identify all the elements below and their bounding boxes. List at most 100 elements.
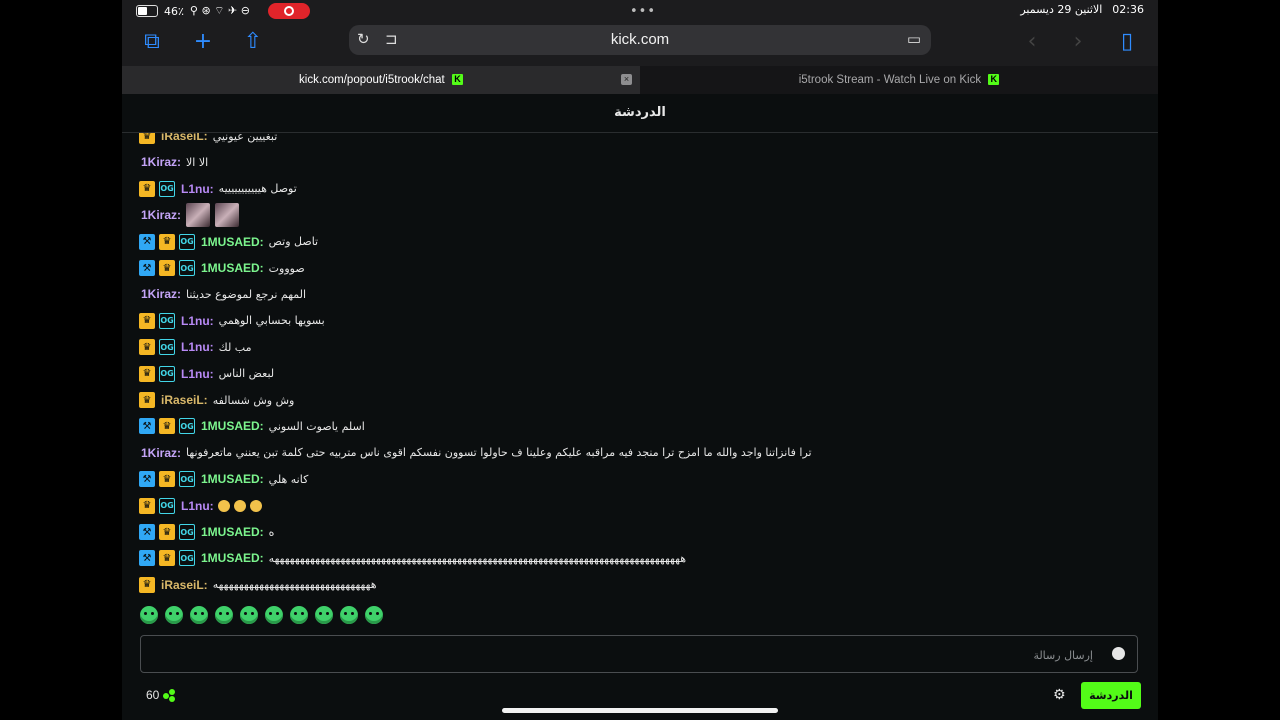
chat-message[interactable]: ⚒ ♛ OG 1MUSAED: اسلم ياصوت السوني bbox=[139, 415, 365, 437]
address-bar[interactable]: ↻ ⊐ kick.com ▭ bbox=[349, 25, 931, 55]
chat-message[interactable]: 1Kiraz: ترا فانزاتنا واجد والله ما امزح ت… bbox=[139, 442, 812, 464]
crown-badge-icon: ♛ bbox=[139, 365, 155, 382]
chat-message[interactable]: 1Kiraz: المهم نرجع لموضوع حديثنا bbox=[139, 283, 306, 305]
message-list[interactable]: ♛ iRaseiL: تبغييين عيونيي 1Kiraz: الا الا ♛ OG… bbox=[122, 133, 1158, 595]
chat-username[interactable]: 1MUSAED: bbox=[201, 551, 264, 565]
chat-message[interactable]: ♛ iRaseiL: ههههههههههههههههههههههههههههههه… bbox=[139, 574, 377, 595]
message-input-wrapper bbox=[140, 635, 1138, 674]
chat-username[interactable]: iRaseiL: bbox=[161, 578, 208, 592]
emoji-picker-icon[interactable] bbox=[1112, 647, 1125, 660]
tab-stream[interactable]: i5trook Stream - Watch Live on Kick K bbox=[640, 66, 1158, 94]
kick-favicon-icon: K bbox=[988, 74, 1000, 86]
chat-message[interactable]: ⚒ ♛ OG 1MUSAED: تاصل وتص bbox=[139, 231, 318, 253]
chat-message[interactable]: ♛ OG L1nu: مب لك bbox=[139, 336, 251, 358]
chat-message[interactable]: 1Kiraz: bbox=[139, 203, 240, 228]
chat-message[interactable]: ⚒ ♛ OG 1MUSAED: كانه هلي bbox=[139, 468, 308, 490]
emote-icon[interactable] bbox=[140, 606, 158, 624]
viewer-count: 60 bbox=[146, 688, 176, 702]
tab-chat-popout[interactable]: kick.com/popout/i5trook/chat K × bbox=[122, 66, 640, 94]
chat-username[interactable]: L1nu: bbox=[181, 182, 214, 196]
og-badge-icon: OG bbox=[159, 365, 175, 382]
emote-icon[interactable] bbox=[290, 606, 308, 624]
wifi-icon: ⚲ ⊛ ⌔ ✈ ⊖ bbox=[189, 4, 250, 17]
moderator-badge-icon: ⚒ bbox=[139, 233, 155, 250]
og-badge-icon: OG bbox=[179, 524, 195, 540]
chat-message[interactable]: ♛ OG L1nu: bbox=[139, 495, 262, 517]
chat-message-text: تاصل وتص bbox=[268, 235, 319, 249]
emote-icon[interactable] bbox=[265, 606, 283, 624]
chat-message-text: ه bbox=[268, 525, 275, 539]
emote-icon[interactable] bbox=[315, 606, 333, 624]
chat-username[interactable]: L1nu: bbox=[181, 314, 214, 328]
emote-icon[interactable] bbox=[240, 606, 258, 624]
crown-badge-icon: ♛ bbox=[139, 576, 155, 593]
forward-icon[interactable]: › bbox=[1065, 29, 1091, 55]
screen-record-icon[interactable] bbox=[267, 3, 310, 19]
crown-badge-icon: ♛ bbox=[159, 471, 175, 488]
chat-message[interactable]: ⚒ ♛ OG 1MUSAED: هههههههههههههههههههههههههههه… bbox=[139, 547, 686, 569]
status-date: الاثنين 29 ديسمبر bbox=[1020, 3, 1103, 16]
emote-icon[interactable] bbox=[340, 606, 358, 624]
status-bar: 46٪ ⚲ ⊛ ⌔ ✈ ⊖ ••• الاثنين 29 ديسمبر 02:3… bbox=[122, 0, 1158, 22]
tab-bar: kick.com/popout/i5trook/chat K × i5trook… bbox=[122, 66, 1158, 94]
chat-message[interactable]: ♛ OG L1nu: توصل هيييييييييييه bbox=[139, 178, 297, 200]
chat-message[interactable]: ♛ OG L1nu: لبعض الناس bbox=[139, 363, 274, 385]
battery-icon bbox=[136, 5, 158, 17]
chat-username[interactable]: L1nu: bbox=[181, 340, 214, 354]
chat-message-text: اسلم ياصوت السوني bbox=[268, 419, 365, 433]
chat-username[interactable]: L1nu: bbox=[181, 367, 214, 381]
close-tab-icon[interactable]: × bbox=[621, 74, 632, 85]
chat-username[interactable]: 1Kiraz: bbox=[141, 208, 181, 222]
emote-icon[interactable] bbox=[215, 606, 233, 624]
chat-message[interactable]: ♛ OG L1nu: بسويها بحسابي الوهمي bbox=[139, 310, 325, 332]
og-badge-icon: OG bbox=[179, 550, 195, 567]
tabs-overview-icon[interactable]: ⧉ bbox=[139, 29, 165, 55]
browser-toolbar: ⧉ + ⇧ ↻ ⊐ kick.com ▭ ‹ › ▯ bbox=[122, 22, 1158, 66]
og-badge-icon: OG bbox=[179, 260, 195, 276]
viewer-count-value: 60 bbox=[146, 688, 160, 702]
chat-page: الدردشة ♛ iRaseiL: تبغييين عيونيي 1Kiraz: ال… bbox=[122, 94, 1158, 720]
emote-icon[interactable] bbox=[165, 606, 183, 624]
chat-message[interactable]: ♛ iRaseiL: وش وش شسالفه bbox=[139, 389, 294, 411]
chat-message-text: هههههههههههههههههههههههههههههههه bbox=[212, 578, 377, 592]
chat-username[interactable]: 1MUSAED: bbox=[201, 235, 264, 249]
chat-username[interactable]: 1MUSAED: bbox=[201, 525, 264, 539]
message-input[interactable] bbox=[151, 636, 1095, 674]
crown-badge-icon: ♛ bbox=[159, 550, 175, 567]
chat-username[interactable]: 1MUSAED: bbox=[201, 261, 264, 275]
chat-username[interactable]: iRaseiL: bbox=[161, 133, 208, 143]
ipad-screen: 46٪ ⚲ ⊛ ⌔ ✈ ⊖ ••• الاثنين 29 ديسمبر 02:3… bbox=[122, 0, 1158, 720]
home-indicator[interactable] bbox=[502, 708, 778, 713]
chat-message-text: توصل هيييييييييييه bbox=[218, 182, 297, 196]
chat-message[interactable]: 1Kiraz: الا الا bbox=[139, 151, 208, 173]
chat-message[interactable]: ⚒ ♛ OG 1MUSAED: صوووت bbox=[139, 257, 305, 279]
send-chat-button[interactable]: الدردشة bbox=[1081, 682, 1141, 709]
emote-icon[interactable] bbox=[190, 606, 208, 624]
chat-message-text: الا الا bbox=[186, 155, 209, 169]
chat-message[interactable]: ♛ iRaseiL: تبغييين عيونيي bbox=[139, 133, 277, 147]
chat-username[interactable]: iRaseiL: bbox=[161, 393, 208, 407]
chat-message-text: تبغييين عيونيي bbox=[212, 133, 278, 143]
chat-username[interactable]: 1Kiraz: bbox=[141, 287, 181, 301]
emote-icon[interactable] bbox=[365, 606, 383, 624]
chat-username[interactable]: 1Kiraz: bbox=[141, 155, 181, 169]
share-icon[interactable]: ⇧ bbox=[240, 29, 266, 55]
chat-emote-image bbox=[215, 203, 240, 228]
desktop-site-icon[interactable]: ▭ bbox=[907, 30, 921, 48]
crown-badge-icon: ♛ bbox=[139, 392, 155, 408]
crown-badge-icon: ♛ bbox=[159, 233, 175, 250]
new-tab-icon[interactable]: + bbox=[190, 29, 216, 55]
chat-username[interactable]: L1nu: bbox=[181, 499, 214, 513]
back-icon[interactable]: ‹ bbox=[1019, 29, 1045, 55]
chat-username[interactable]: 1Kiraz: bbox=[141, 446, 181, 460]
chat-settings-gear-icon[interactable]: ⚙ bbox=[1053, 687, 1066, 703]
sidebar-icon[interactable]: ▯ bbox=[1114, 29, 1140, 55]
crown-badge-icon: ♛ bbox=[139, 133, 155, 144]
chat-username[interactable]: 1MUSAED: bbox=[201, 419, 264, 433]
crown-badge-icon: ♛ bbox=[139, 339, 155, 356]
chat-username[interactable]: 1MUSAED: bbox=[201, 472, 264, 486]
chat-message[interactable]: ⚒ ♛ OG 1MUSAED: ه bbox=[139, 521, 274, 543]
chat-message-text: هههههههههههههههههههههههههههههههههههههههه… bbox=[268, 551, 686, 565]
crown-badge-icon: ♛ bbox=[139, 497, 155, 514]
multitasking-dots[interactable]: ••• bbox=[630, 4, 656, 19]
